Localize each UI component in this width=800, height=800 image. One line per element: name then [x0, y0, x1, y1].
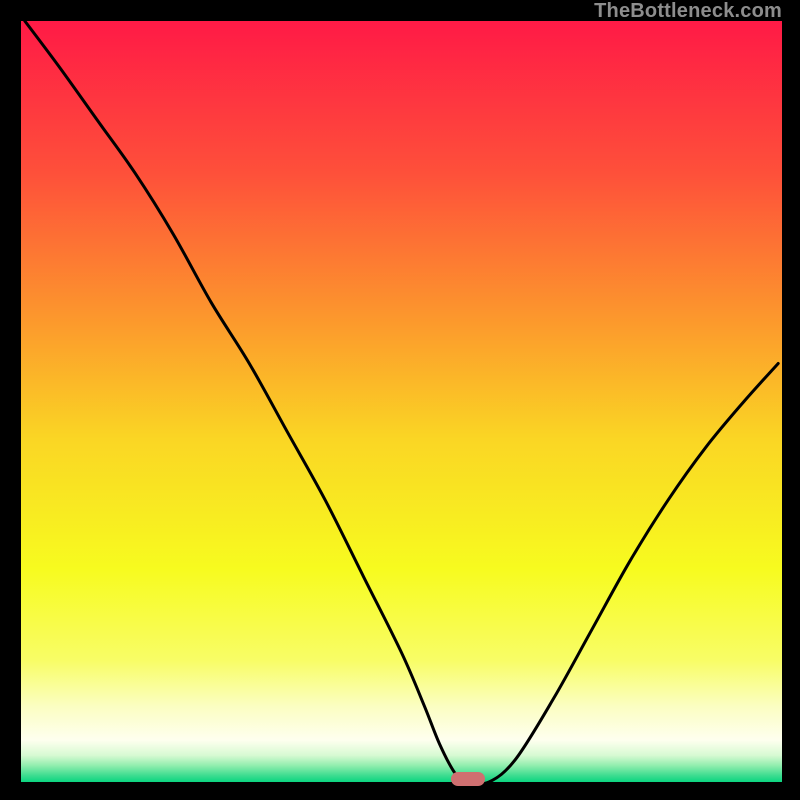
bottleneck-curve [21, 21, 782, 782]
optimal-marker [451, 772, 485, 786]
bottleneck-curve-path [25, 21, 778, 782]
plot-area [21, 21, 782, 782]
chart-frame: TheBottleneck.com [0, 0, 800, 800]
watermark-text: TheBottleneck.com [594, 0, 782, 23]
